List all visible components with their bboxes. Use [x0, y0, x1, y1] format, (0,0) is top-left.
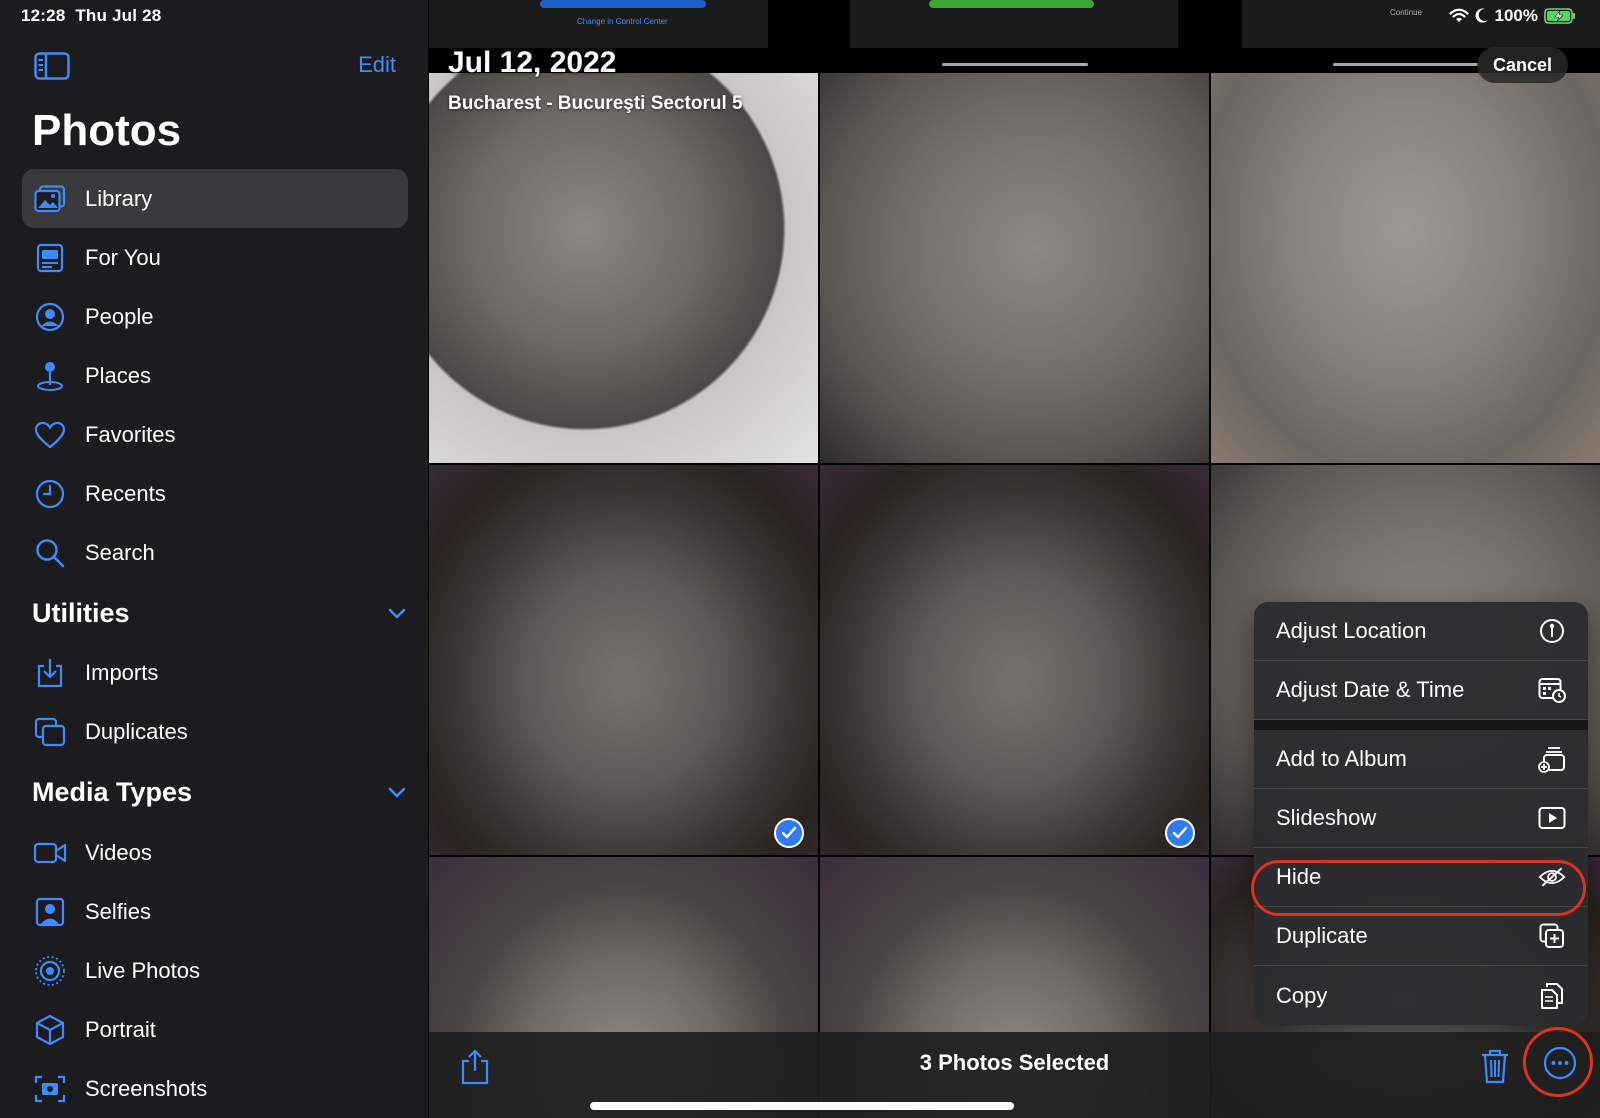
section-header-utilities[interactable]: Utilities — [32, 593, 408, 633]
sidebar-item-label: Live Photos — [85, 957, 200, 983]
section-title: Utilities — [32, 597, 130, 628]
sidebar-item-places[interactable]: Places — [22, 346, 408, 405]
home-indicator — [590, 1102, 1014, 1110]
section-header-media-types[interactable]: Media Types — [32, 772, 408, 812]
sidebar-item-label: People — [85, 303, 154, 329]
duplicate-icon — [1538, 922, 1566, 950]
status-time-date: 12:28 Thu Jul 28 — [21, 6, 162, 25]
sidebar-item-label: Places — [85, 362, 152, 388]
menu-item-label: Adjust Date & Time — [1276, 677, 1465, 702]
sidebar: 12:28 Thu Jul 28 Edit Photos Library For… — [0, 0, 428, 1118]
photo-thumbnail-selected[interactable] — [820, 465, 1209, 855]
menu-item-adjust-location[interactable]: Adjust Location — [1254, 602, 1588, 661]
battery-percent: 100% — [1494, 6, 1538, 25]
scroll-indicator — [942, 63, 1088, 66]
bottom-toolbar: 3 Photos Selected — [429, 1027, 1600, 1118]
sidebar-item-label: Portrait — [85, 1016, 156, 1042]
sidebar-item-favorites[interactable]: Favorites — [22, 405, 408, 464]
chevron-down-icon — [388, 787, 406, 798]
menu-item-copy[interactable]: Copy — [1254, 966, 1588, 1025]
wifi-icon — [1448, 8, 1469, 22]
moon-icon — [1475, 8, 1488, 23]
menu-item-label: Slideshow — [1276, 805, 1377, 830]
selection-count-label: 3 Photos Selected — [919, 1050, 1110, 1075]
chevron-down-icon — [388, 608, 406, 619]
menu-item-add-to-album[interactable]: Add to Album — [1254, 730, 1588, 789]
section-date-title: Jul 12, 2022 — [448, 46, 617, 79]
video-icon — [32, 835, 68, 871]
status-indicators: 100% — [1448, 6, 1576, 26]
places-icon — [32, 358, 68, 394]
menu-item-adjust-date-time[interactable]: Adjust Date & Time — [1254, 661, 1588, 720]
sidebar-item-duplicates[interactable]: Duplicates — [22, 702, 408, 761]
cancel-button[interactable]: Cancel — [1476, 47, 1568, 83]
menu-item-label: Copy — [1276, 982, 1328, 1008]
photo-thumbnail-selected[interactable] — [429, 465, 818, 855]
more-highlight-ring — [1523, 1027, 1593, 1097]
sidebar-item-screenshots[interactable]: Screenshots — [22, 1059, 408, 1118]
location-info-icon — [1538, 617, 1566, 645]
photo-thumbnail[interactable] — [429, 73, 818, 463]
photo-thumbnail[interactable] — [820, 73, 1209, 463]
sidebar-item-recents[interactable]: Recents — [22, 464, 408, 523]
menu-item-label: Adjust Location — [1276, 618, 1427, 643]
menu-item-label: Duplicate — [1276, 923, 1368, 948]
thumbnail-caption: Continue — [1390, 8, 1423, 17]
sidebar-item-imports[interactable]: Imports — [22, 643, 408, 702]
edit-button[interactable]: Edit — [358, 52, 396, 78]
screenshot-icon — [32, 1071, 68, 1107]
photo-thumbnail[interactable] — [850, 0, 1178, 48]
selected-check-icon — [1165, 818, 1195, 848]
sidebar-item-label: Duplicates — [85, 718, 188, 744]
sidebar-item-portrait[interactable]: Portrait — [22, 1000, 408, 1059]
add-to-album-icon — [1538, 745, 1566, 773]
battery-charging-icon — [1544, 8, 1575, 24]
sidebar-item-search[interactable]: Search — [22, 523, 408, 582]
sidebar-item-selfies[interactable]: Selfies — [22, 882, 408, 941]
sidebar-item-label: Videos — [85, 839, 152, 865]
section-title: Media Types — [32, 776, 193, 807]
portrait-icon — [32, 1012, 68, 1048]
menu-item-slideshow[interactable]: Slideshow — [1254, 789, 1588, 848]
sidebar-item-library[interactable]: Library — [22, 169, 408, 228]
photo-thumbnail[interactable]: Change in Control Center — [429, 0, 768, 48]
play-icon — [1538, 804, 1566, 832]
sidebar-item-label: Imports — [85, 659, 159, 685]
imports-icon — [32, 655, 68, 691]
selected-check-icon — [774, 818, 804, 848]
copy-icon — [1538, 982, 1566, 1010]
menu-separator — [1254, 720, 1588, 730]
clock-icon — [32, 476, 68, 512]
photo-thumbnail[interactable] — [1211, 73, 1600, 463]
sidebar-item-label: Search — [85, 539, 155, 565]
sidebar-item-label: Screenshots — [85, 1075, 208, 1101]
sidebar-item-people[interactable]: People — [22, 287, 408, 346]
sidebar-item-label: Favorites — [85, 421, 176, 447]
sidebar-item-videos[interactable]: Videos — [22, 823, 408, 882]
people-icon — [32, 299, 68, 335]
scroll-indicator — [1333, 63, 1479, 66]
sidebar-item-for-you[interactable]: For You — [22, 228, 408, 287]
context-menu: Adjust Location Adjust Date & Time Add t… — [1254, 602, 1588, 1025]
live-photo-icon — [32, 953, 68, 989]
hide-highlight-ring — [1251, 860, 1586, 916]
for-you-icon — [32, 240, 68, 276]
duplicates-icon — [32, 714, 68, 750]
sidebar-title: Photos — [32, 106, 182, 155]
sidebar-item-label: Selfies — [85, 898, 152, 924]
sidebar-item-label: For You — [85, 244, 161, 270]
calendar-clock-icon — [1538, 676, 1566, 704]
sidebar-toggle-icon[interactable] — [34, 52, 70, 80]
sidebar-item-label: Recents — [85, 480, 166, 506]
menu-item-label: Add to Album — [1276, 746, 1407, 771]
sidebar-item-live-photos[interactable]: Live Photos — [22, 941, 408, 1000]
section-location: Bucharest - Bucureşti Sectorul 5 — [448, 93, 743, 114]
sidebar-item-label: Library — [85, 185, 153, 211]
thumbnail-caption: Change in Control Center — [577, 17, 668, 26]
selfie-icon — [32, 894, 68, 930]
heart-icon — [32, 417, 68, 453]
trash-icon[interactable] — [1480, 1048, 1510, 1084]
library-icon — [32, 181, 68, 217]
search-icon — [32, 535, 68, 571]
